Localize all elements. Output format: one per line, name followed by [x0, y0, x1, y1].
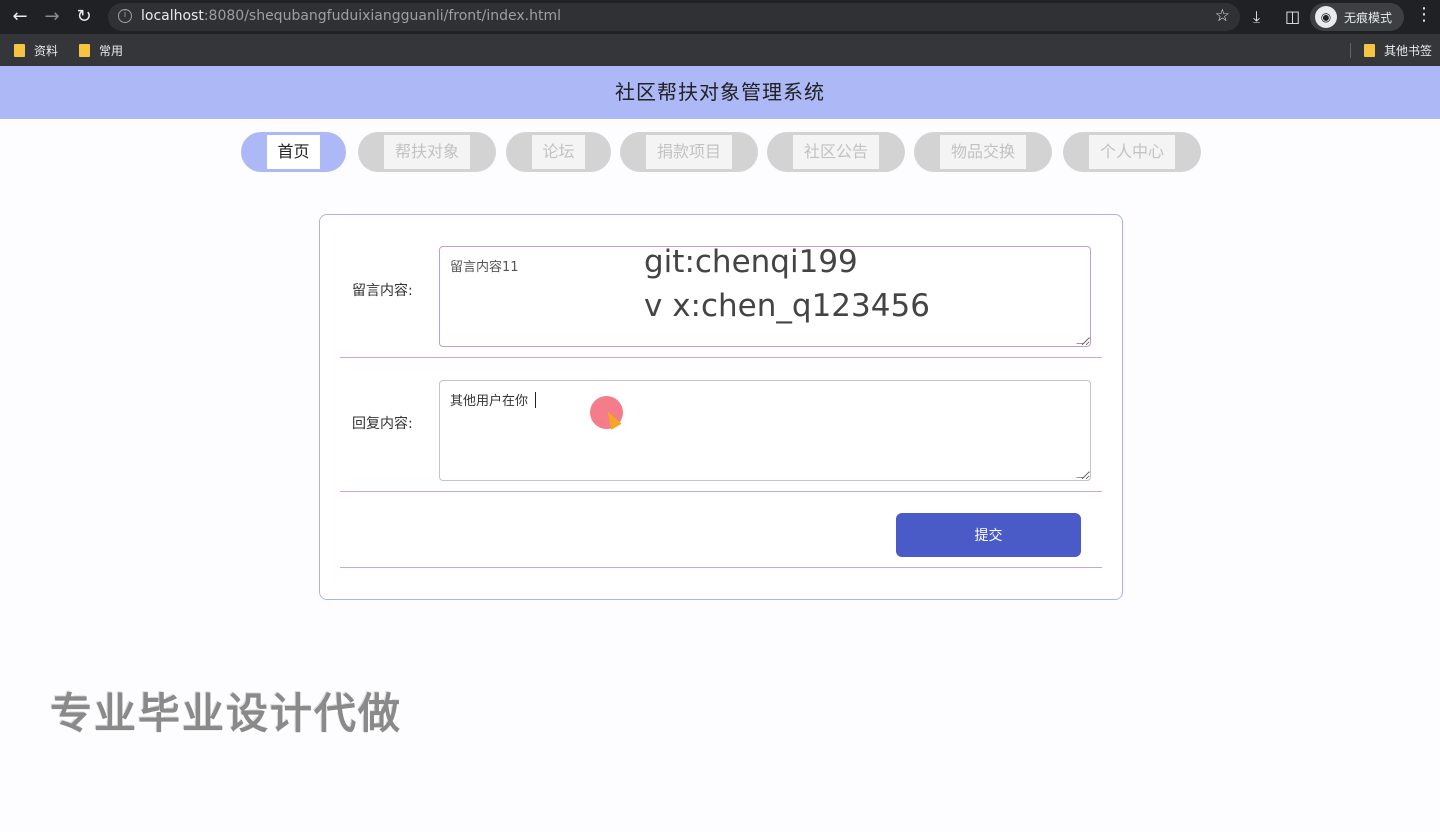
- nav-item-label: 论坛: [532, 135, 585, 169]
- site-header: 社区帮扶对象管理系统: [0, 66, 1440, 119]
- nav-item-label: 捐款项目: [646, 135, 732, 169]
- incognito-label: 无痕模式: [1344, 11, 1393, 25]
- text-caret: [535, 392, 536, 408]
- nav-item-label: 个人中心: [1089, 135, 1175, 169]
- bookmark-folder-changyong[interactable]: 常用: [79, 42, 123, 59]
- side-panel-icon[interactable]: ◫: [1285, 5, 1300, 29]
- submit-button[interactable]: 提交: [896, 513, 1081, 557]
- reply-content-label: 回复内容:: [352, 416, 413, 432]
- overlay-vx-text: v x:chen_q123456: [644, 288, 930, 324]
- reply-content-value: 其他用户在你: [450, 394, 529, 409]
- address-bar[interactable]: i localhost:8080/shequbangfuduixiangguan…: [108, 3, 1240, 31]
- site-title: 社区帮扶对象管理系统: [615, 80, 825, 104]
- nav-item-home[interactable]: 首页: [241, 132, 346, 172]
- browser-toolbar: ← → ↻ i localhost:8080/shequbangfuduixia…: [0, 0, 1440, 34]
- nav-item-assist-targets[interactable]: 帮扶对象: [358, 132, 496, 172]
- back-arrow-icon[interactable]: ←: [8, 5, 32, 29]
- url-text: localhost:8080/shequbangfuduixiangguanli…: [141, 8, 561, 24]
- nav-item-label: 社区公告: [793, 135, 879, 169]
- download-icon[interactable]: ⤓: [1253, 5, 1260, 29]
- nav-item-label: 物品交换: [940, 135, 1026, 169]
- resize-grip-icon[interactable]: [1076, 336, 1090, 344]
- incognito-badge[interactable]: ◉ 无痕模式: [1310, 3, 1404, 31]
- folder-icon: [79, 44, 90, 57]
- overlay-git-text: git:chenqi199: [644, 244, 858, 280]
- form-divider: [340, 357, 1102, 358]
- browser-menu-icon[interactable]: ⋮: [1415, 4, 1433, 25]
- nav-item-label: 帮扶对象: [384, 135, 470, 169]
- watermark-text: 专业毕业设计代做: [50, 689, 403, 738]
- url-path: :8080/shequbangfuduixiangguanli/front/in…: [203, 8, 562, 24]
- bookmark-star-icon[interactable]: ☆: [1215, 6, 1230, 26]
- resize-grip-icon[interactable]: [1076, 470, 1090, 478]
- nav-item-announcements[interactable]: 社区公告: [767, 132, 905, 172]
- folder-icon: [14, 44, 25, 57]
- message-content-label: 留言内容:: [352, 283, 413, 299]
- bookmark-label: 资料: [34, 44, 59, 58]
- bookmarks-bar: 资料 常用 其他书签: [0, 34, 1440, 66]
- reload-icon[interactable]: ↻: [72, 5, 96, 29]
- url-host: localhost: [141, 8, 204, 24]
- forward-arrow-icon[interactable]: →: [40, 5, 64, 29]
- form-divider: [340, 567, 1102, 568]
- bookmark-label: 其他书签: [1384, 44, 1433, 58]
- bookmark-folder-ziliao[interactable]: 资料: [14, 42, 58, 59]
- nav-item-label: 首页: [267, 135, 320, 169]
- bookmark-label: 常用: [99, 44, 124, 58]
- message-content-value: 留言内容11: [450, 260, 519, 275]
- incognito-icon: ◉: [1315, 6, 1337, 28]
- bookmark-separator: [1350, 43, 1351, 58]
- nav-item-forum[interactable]: 论坛: [506, 132, 611, 172]
- nav-item-donation-projects[interactable]: 捐款项目: [620, 132, 758, 172]
- site-info-icon[interactable]: i: [118, 9, 132, 23]
- reply-content-textarea[interactable]: 其他用户在你: [439, 380, 1091, 481]
- nav-item-item-exchange[interactable]: 物品交换: [914, 132, 1052, 172]
- form-divider: [340, 491, 1102, 492]
- nav-item-personal-center[interactable]: 个人中心: [1063, 132, 1201, 172]
- bookmark-folder-other[interactable]: 其他书签: [1364, 42, 1432, 59]
- folder-icon: [1364, 44, 1375, 57]
